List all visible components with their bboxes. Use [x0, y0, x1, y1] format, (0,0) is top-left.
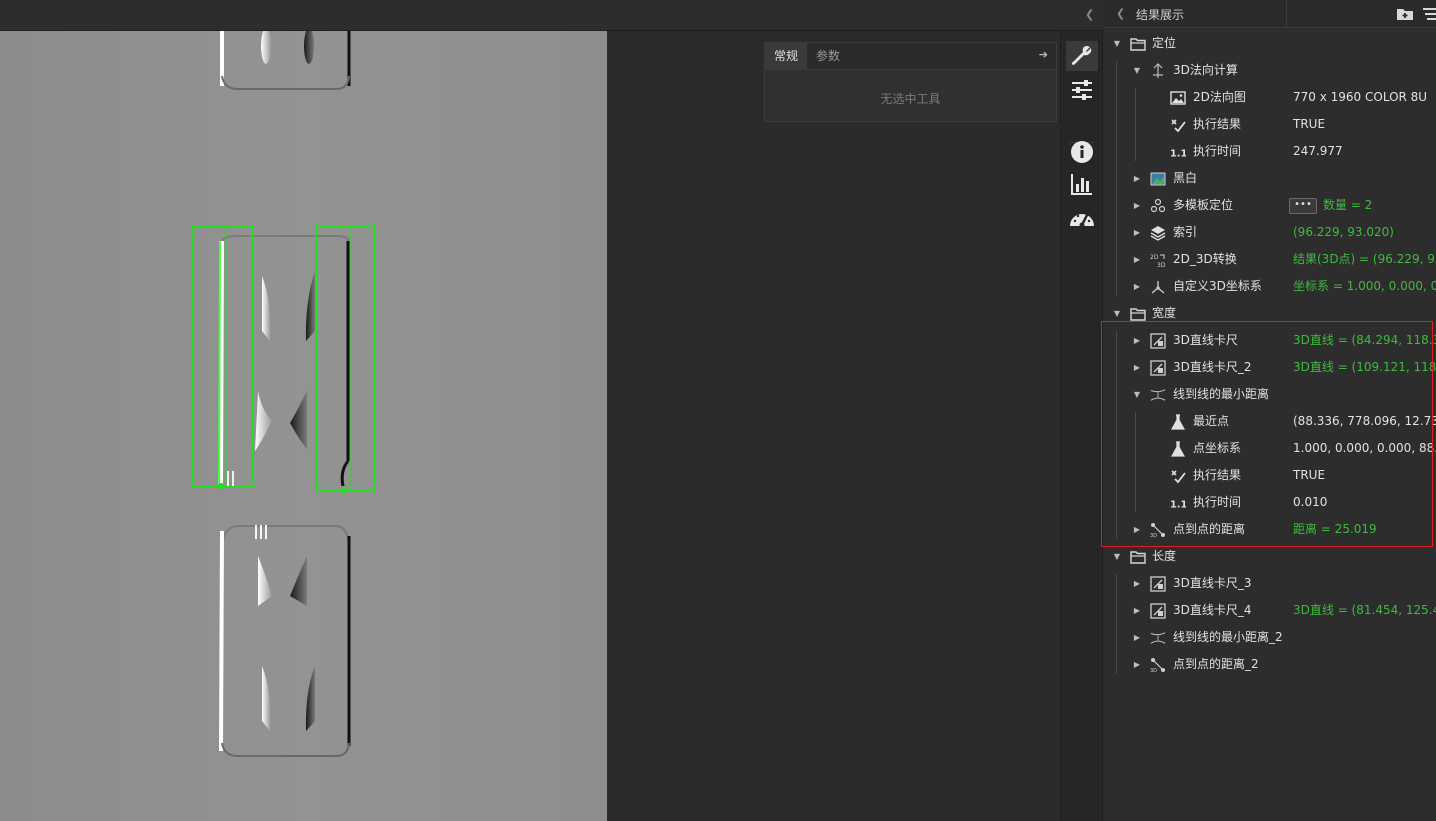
- tree-item[interactable]: ▶ 自定义3D坐标系 坐标系 = 1.000, 0.000, 0.0: [1104, 273, 1436, 300]
- tree-leaf[interactable]: 1.11 执行时间 247.977: [1104, 138, 1436, 165]
- folder-icon: [1130, 36, 1146, 52]
- tab-params[interactable]: 参数: [807, 43, 849, 70]
- svg-text:1.11: 1.11: [1170, 148, 1186, 159]
- tree-item[interactable]: ▶ 多模板定位 ••• 数量 = 2: [1104, 192, 1436, 219]
- tree-item-label: 3D直线卡尺_3: [1173, 576, 1252, 590]
- tree-item[interactable]: ▶ 3D直线卡尺_4 3D直线 = (81.454, 125.40: [1104, 597, 1436, 624]
- depth-image-canvas: [0, 31, 607, 821]
- line-distance-icon: [1150, 630, 1166, 646]
- svg-text:3D: 3D: [1157, 262, 1166, 268]
- pin-icon[interactable]: ➔: [1039, 48, 1048, 61]
- tree-item-value: 770 x 1960 COLOR 8U: [1293, 90, 1428, 104]
- tool-properties-panel: 常规 参数 ➔ 无选中工具: [764, 42, 1057, 122]
- collapsed-arrow-icon[interactable]: ▶: [1130, 651, 1144, 678]
- caliper-icon: [1150, 603, 1166, 619]
- tree-item[interactable]: ▶ 黑白: [1104, 165, 1436, 192]
- tree-item[interactable]: ▶ 线到线的最小距离_2: [1104, 624, 1436, 651]
- wrench-icon[interactable]: [1066, 41, 1098, 71]
- tab-general[interactable]: 常规: [765, 43, 807, 70]
- collapsed-arrow-icon[interactable]: ▶: [1130, 624, 1144, 651]
- tree-item-label: 执行时间: [1193, 144, 1242, 158]
- tree-item-value: 坐标系 = 1.000, 0.000, 0.0: [1293, 279, 1436, 293]
- tree-leaf[interactable]: 2D法向图 770 x 1960 COLOR 8U: [1104, 84, 1436, 111]
- tree-guide-line: [1116, 574, 1117, 674]
- results-panel-title: 结果展示: [1136, 8, 1185, 22]
- tree-item-label: 长度: [1152, 549, 1177, 563]
- coord-system-icon: [1150, 279, 1166, 295]
- sliders-icon[interactable]: [1066, 75, 1098, 105]
- tree-item-label: 定位: [1152, 36, 1177, 50]
- collapse-panel-icon[interactable]: ❮: [1116, 7, 1125, 20]
- no-tool-text: 无选中工具: [880, 92, 941, 106]
- tree-item-label: 线到线的最小距离_2: [1173, 630, 1283, 644]
- tree-item[interactable]: ▼ 3D法向计算: [1104, 57, 1436, 84]
- collapsed-arrow-icon[interactable]: ▶: [1130, 570, 1144, 597]
- bar-chart-icon[interactable]: [1066, 169, 1098, 199]
- caliper-icon: [1150, 576, 1166, 592]
- tree-item-label: 2D法向图: [1193, 90, 1246, 104]
- tree-item-value: 数量 = 2: [1323, 198, 1373, 212]
- collapsed-arrow-icon[interactable]: ▶: [1130, 219, 1144, 246]
- expanded-arrow-icon[interactable]: ▼: [1130, 57, 1144, 84]
- collapsed-arrow-icon[interactable]: ▶: [1130, 273, 1144, 300]
- folder-icon: [1130, 549, 1146, 565]
- tree-item-label: 点到点的距离_2: [1173, 657, 1259, 671]
- header-divider: [1286, 0, 1287, 28]
- collapse-left-icon[interactable]: ❮: [1085, 8, 1094, 21]
- collapsed-arrow-icon[interactable]: ▶: [1130, 246, 1144, 273]
- result-icon: [1170, 117, 1186, 133]
- collapsed-arrow-icon[interactable]: ▶: [1130, 597, 1144, 624]
- tree-guide-line: [1116, 61, 1117, 296]
- top-bar: ❮: [0, 0, 1104, 31]
- tree-item-label: 3D法向计算: [1173, 63, 1238, 77]
- svg-text:3D: 3D: [1150, 668, 1157, 673]
- tree-item-label: 2D_3D转换: [1173, 252, 1237, 266]
- expanded-arrow-icon[interactable]: ▼: [1110, 543, 1124, 570]
- tree-item-value: 247.977: [1293, 144, 1343, 158]
- point-distance-icon: 3D: [1150, 657, 1166, 673]
- layers-icon: [1150, 225, 1166, 241]
- time-icon: 1.11: [1170, 144, 1186, 160]
- gauge-icon[interactable]: [1066, 203, 1098, 233]
- expanded-arrow-icon[interactable]: ▼: [1110, 30, 1124, 57]
- tree-item[interactable]: ▶ 2D 3D 2D_3D转换 结果(3D点) = (96.229, 93.: [1104, 246, 1436, 273]
- tree-item-value: (96.229, 93.020): [1293, 225, 1394, 239]
- tree-group[interactable]: ▼ 长度: [1104, 543, 1436, 570]
- tree-guide-line: [1135, 88, 1136, 161]
- results-panel-header: ❮ 结果展示: [1104, 0, 1436, 28]
- tree-item-label: 自定义3D坐标系: [1173, 279, 1262, 293]
- tree-item-label: 索引: [1173, 225, 1198, 239]
- highlight-box: [1101, 321, 1433, 547]
- tool-tabs: 常规 参数 ➔: [765, 43, 1056, 70]
- tree-leaf[interactable]: 执行结果 TRUE: [1104, 111, 1436, 138]
- collapsed-arrow-icon[interactable]: ▶: [1130, 192, 1144, 219]
- collapsed-arrow-icon[interactable]: ▶: [1130, 165, 1144, 192]
- tree-item-value: TRUE: [1293, 117, 1326, 131]
- more-options-button[interactable]: •••: [1289, 198, 1317, 214]
- tree-group[interactable]: ▼ 定位: [1104, 30, 1436, 57]
- normal-calc-icon: [1150, 63, 1166, 79]
- tree-item-value: 3D直线 = (81.454, 125.40: [1293, 603, 1436, 617]
- image-viewer[interactable]: [0, 31, 607, 821]
- tree-item-label: 执行结果: [1193, 117, 1242, 131]
- tree-item-label: 多模板定位: [1173, 198, 1234, 212]
- svg-text:2D: 2D: [1150, 254, 1159, 261]
- folder-icon: [1130, 306, 1146, 322]
- tree-item-value: 结果(3D点) = (96.229, 93.: [1293, 252, 1436, 266]
- tree-item[interactable]: ▶ 3D 点到点的距离_2: [1104, 651, 1436, 678]
- bw-image-icon: [1150, 171, 1166, 187]
- info-icon[interactable]: [1066, 137, 1098, 167]
- tree-item[interactable]: ▶ 索引 (96.229, 93.020): [1104, 219, 1436, 246]
- tree-item[interactable]: ▶ 3D直线卡尺_3: [1104, 570, 1436, 597]
- middle-area: [607, 31, 1060, 821]
- filter-icon[interactable]: [1422, 6, 1436, 25]
- image-icon: [1170, 90, 1186, 106]
- tree-item-label: 黑白: [1173, 171, 1198, 185]
- tree-item-label: 3D直线卡尺_4: [1173, 603, 1252, 617]
- add-folder-icon[interactable]: [1396, 6, 1414, 25]
- vertical-toolbar: [1060, 31, 1103, 821]
- 2d3d-icon: 2D 3D: [1150, 252, 1166, 268]
- multi-template-icon: [1150, 198, 1166, 214]
